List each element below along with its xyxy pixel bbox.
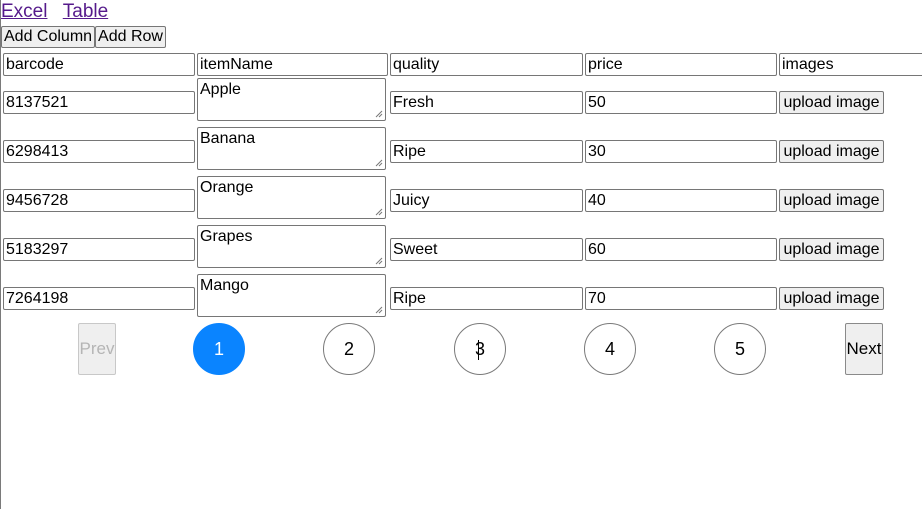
- quality-field[interactable]: Ripe: [390, 287, 583, 310]
- item-name-text: Apple: [200, 81, 241, 98]
- item-name-textarea[interactable]: Apple: [197, 78, 386, 121]
- barcode-field[interactable]: 8137521: [3, 91, 195, 114]
- quality-field[interactable]: Ripe: [390, 140, 583, 163]
- price-field[interactable]: 50: [585, 91, 777, 114]
- resize-grip-icon[interactable]: [374, 158, 383, 167]
- add-row-button[interactable]: Add Row: [95, 26, 166, 48]
- barcode-field[interactable]: 6298413: [3, 140, 195, 163]
- next-button[interactable]: Next: [845, 323, 883, 375]
- header-images[interactable]: images: [779, 53, 922, 76]
- price-field[interactable]: 70: [585, 287, 777, 310]
- page-4-button[interactable]: 4: [584, 323, 636, 375]
- header-price[interactable]: price: [585, 53, 777, 76]
- item-name-textarea[interactable]: Orange: [197, 176, 386, 219]
- price-field[interactable]: 60: [585, 238, 777, 261]
- page-2-button[interactable]: 2: [323, 323, 375, 375]
- item-name-text: Mango: [200, 277, 249, 294]
- quality-field[interactable]: Juicy: [390, 189, 583, 212]
- page-5-button[interactable]: 5: [714, 323, 766, 375]
- price-field[interactable]: 40: [585, 189, 777, 212]
- item-name-text: Orange: [200, 179, 254, 196]
- barcode-field[interactable]: 7264198: [3, 287, 195, 310]
- price-field[interactable]: 30: [585, 140, 777, 163]
- barcode-field[interactable]: 5183297: [3, 238, 195, 261]
- item-name-text: Grapes: [200, 228, 253, 245]
- header-barcode[interactable]: barcode: [3, 53, 195, 76]
- item-name-textarea[interactable]: Banana: [197, 127, 386, 170]
- header-itemname[interactable]: itemName: [197, 53, 388, 76]
- add-column-button[interactable]: Add Column: [1, 26, 96, 48]
- toolbar: Add Column Add Row: [1, 26, 166, 48]
- resize-grip-icon[interactable]: [374, 305, 383, 314]
- barcode-field[interactable]: 9456728: [3, 189, 195, 212]
- resize-grip-icon[interactable]: [374, 109, 383, 118]
- page-3-label: 3: [474, 338, 485, 359]
- item-name-textarea[interactable]: Mango: [197, 274, 386, 317]
- table-link[interactable]: Table: [63, 1, 108, 22]
- page-1-button[interactable]: 1: [193, 323, 245, 375]
- quality-field[interactable]: Fresh: [390, 91, 583, 114]
- upload-image-button[interactable]: upload image: [779, 238, 884, 261]
- page-left-border: [0, 0, 1, 509]
- page-3-button[interactable]: 3: [454, 323, 506, 375]
- upload-image-button[interactable]: upload image: [779, 287, 884, 310]
- resize-grip-icon[interactable]: [374, 207, 383, 216]
- item-name-textarea[interactable]: Grapes: [197, 225, 386, 268]
- upload-image-button[interactable]: upload image: [779, 189, 884, 212]
- quality-field[interactable]: Sweet: [390, 238, 583, 261]
- prev-button[interactable]: Prev: [78, 323, 116, 375]
- top-nav: Excel Table: [1, 1, 108, 23]
- item-name-text: Banana: [200, 130, 256, 147]
- upload-image-button[interactable]: upload image: [779, 91, 884, 114]
- text-cursor-icon: [478, 340, 479, 360]
- header-quality[interactable]: quality: [390, 53, 583, 76]
- excel-link[interactable]: Excel: [1, 1, 47, 22]
- resize-grip-icon[interactable]: [374, 256, 383, 265]
- upload-image-button[interactable]: upload image: [779, 140, 884, 163]
